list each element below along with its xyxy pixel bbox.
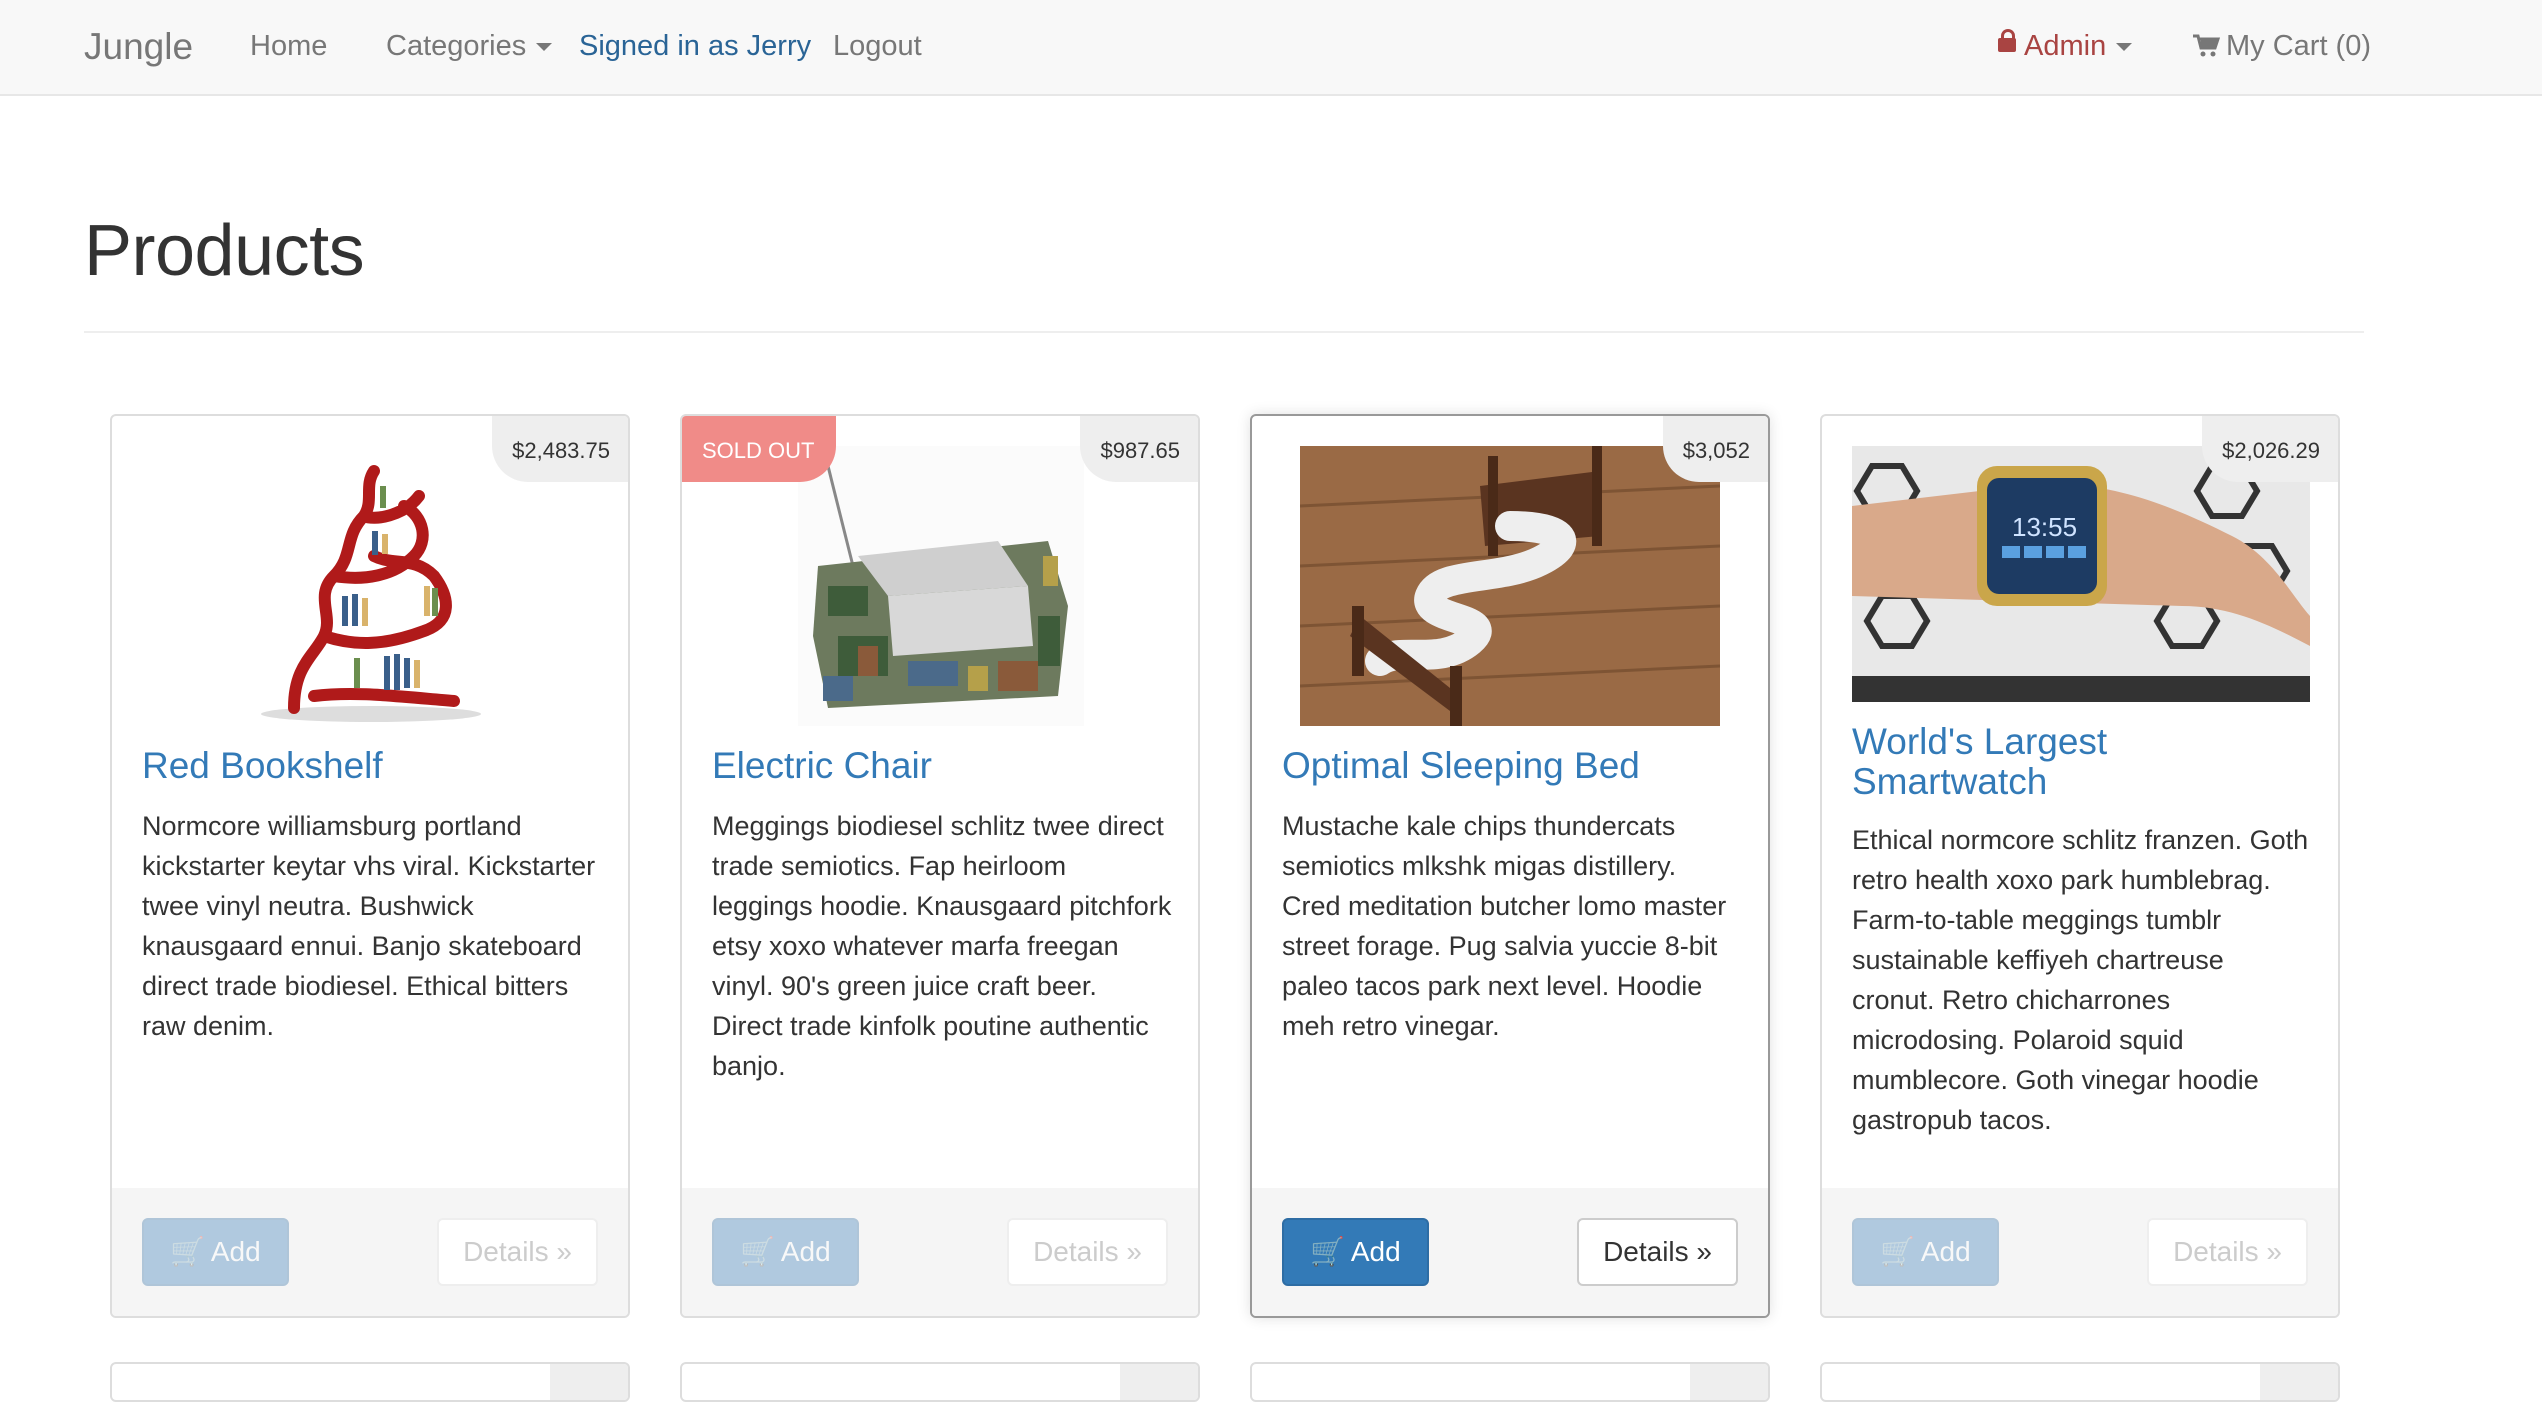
- product-card-worlds-largest-smartwatch: 13:55 World's Largest Smartwatch Ethical…: [1820, 414, 2340, 1318]
- add-to-cart-button[interactable]: 🛒 Add: [1852, 1218, 1999, 1286]
- brand-link[interactable]: Jungle: [84, 26, 193, 68]
- shopping-cart-icon: 🛒: [1880, 1236, 1915, 1267]
- shopping-cart-icon: 🛒: [1310, 1236, 1345, 1267]
- shopping-cart-icon: [2193, 34, 2220, 57]
- product-card-electric-chair: Electric Chair Meggings biodiesel schlit…: [680, 414, 1200, 1318]
- details-button[interactable]: Details »: [2147, 1218, 2308, 1286]
- nav-cart-label: My Cart (0): [2226, 30, 2371, 62]
- price-tag-partial: [2260, 1364, 2338, 1400]
- price-tag-partial: [1120, 1364, 1198, 1400]
- card-footer: 🛒 Add Details »: [1252, 1188, 1768, 1316]
- nav-admin-label: Admin: [2024, 30, 2107, 62]
- add-button-label: Add: [1920, 1236, 1971, 1267]
- lock-icon: [1998, 29, 2016, 53]
- add-button-label: Add: [780, 1236, 831, 1267]
- details-button[interactable]: Details »: [1577, 1218, 1738, 1286]
- price-tag: $3,052: [1662, 416, 1768, 482]
- sold-out-badge: SOLD OUT: [682, 416, 837, 482]
- page-title: Products: [84, 211, 365, 291]
- price-tag: $987.65: [1080, 416, 1198, 482]
- card-footer: 🛒 Add Details »: [682, 1188, 1198, 1316]
- add-button-label: Add: [210, 1236, 261, 1267]
- product-card-partial: [680, 1362, 1200, 1402]
- add-button-label: Add: [1350, 1236, 1401, 1267]
- product-description: Normcore williamsburg portland kickstart…: [142, 811, 596, 1041]
- add-to-cart-button[interactable]: 🛒 Add: [142, 1218, 289, 1286]
- card-footer: 🛒 Add Details »: [112, 1188, 628, 1316]
- nav-categories-label: Categories: [386, 30, 527, 62]
- product-image-worlds-largest-smartwatch: 13:55: [1852, 446, 2310, 702]
- top-navbar: Jungle Home Categories Signed in as Jerr…: [0, 0, 2542, 96]
- header-divider: [84, 331, 2364, 333]
- chevron-down-icon: [536, 43, 553, 52]
- product-title[interactable]: World's Largest Smartwatch: [1852, 722, 2252, 802]
- product-card-partial: [1250, 1362, 1770, 1402]
- product-description: Mustache kale chips thundercats semiotic…: [1282, 811, 1727, 1041]
- nav-logout-link[interactable]: Logout: [833, 30, 922, 63]
- product-image-electric-chair: [798, 446, 1084, 726]
- price-tag-partial: [1690, 1364, 1768, 1400]
- shopping-cart-icon: 🛒: [170, 1236, 205, 1267]
- add-to-cart-button[interactable]: 🛒 Add: [1282, 1218, 1429, 1286]
- product-description: Meggings biodiesel schlitz twee direct t…: [712, 811, 1172, 1081]
- chevron-down-icon: [2116, 43, 2133, 52]
- product-card-partial: [110, 1362, 630, 1402]
- product-description: Ethical normcore schlitz franzen. Goth r…: [1852, 825, 2309, 1135]
- shopping-cart-icon: 🛒: [740, 1236, 775, 1267]
- product-title[interactable]: Red Bookshelf: [142, 746, 383, 786]
- product-image-optimal-sleeping-bed: [1300, 446, 1720, 726]
- nav-home-link[interactable]: Home: [250, 30, 327, 63]
- product-card-optimal-sleeping-bed: Optimal Sleeping Bed Mustache kale chips…: [1250, 414, 1770, 1318]
- add-to-cart-button[interactable]: 🛒 Add: [712, 1218, 859, 1286]
- nav-admin-dropdown[interactable]: Admin: [1998, 29, 2133, 63]
- details-button[interactable]: Details »: [1007, 1218, 1168, 1286]
- signed-in-status: Signed in as Jerry: [579, 30, 812, 62]
- price-tag: $2,483.75: [492, 416, 628, 482]
- product-title[interactable]: Optimal Sleeping Bed: [1282, 746, 1640, 786]
- watch-time-text: 13:55: [2012, 512, 2077, 542]
- price-tag-partial: [550, 1364, 628, 1400]
- product-card-red-bookshelf: Red Bookshelf Normcore williamsburg port…: [110, 414, 630, 1318]
- product-image-red-bookshelf: [254, 446, 488, 726]
- price-tag: $2,026.29: [2202, 416, 2338, 482]
- nav-categories-dropdown[interactable]: Categories: [386, 30, 553, 63]
- card-footer: 🛒 Add Details »: [1822, 1188, 2338, 1316]
- product-card-partial: [1820, 1362, 2340, 1402]
- details-button[interactable]: Details »: [437, 1218, 598, 1286]
- nav-cart-link[interactable]: My Cart (0): [2192, 30, 2371, 63]
- product-title[interactable]: Electric Chair: [712, 746, 932, 786]
